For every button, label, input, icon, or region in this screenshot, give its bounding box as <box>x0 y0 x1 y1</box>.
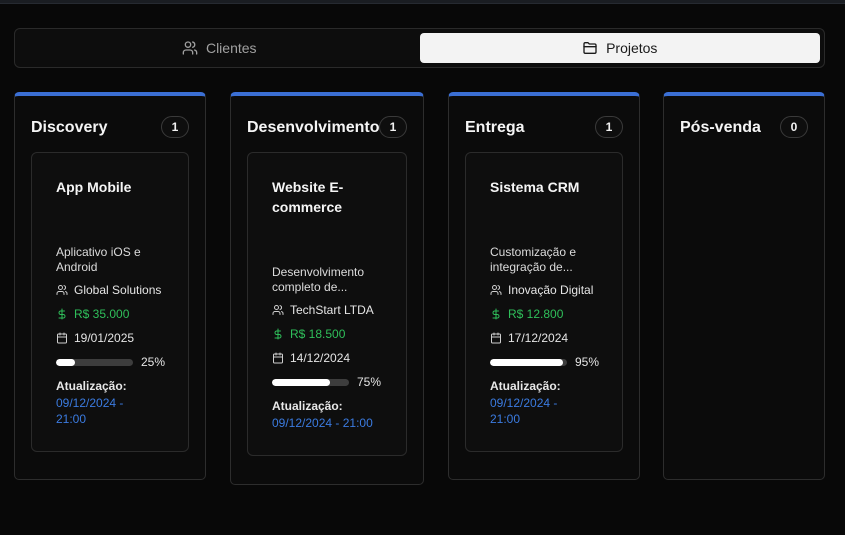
project-card[interactable]: App Mobile Aplicativo iOS e Android Glob… <box>31 152 189 452</box>
card-title: App Mobile <box>56 179 132 195</box>
column-pos-venda: Pós-venda 0 <box>663 92 825 480</box>
progress-fill <box>272 378 330 386</box>
view-tabs: Clientes Projetos <box>14 28 825 68</box>
card-client-name: Global Solutions <box>74 283 162 297</box>
update-label: Atualização: <box>490 379 561 393</box>
column-discovery: Discovery 1 App Mobile Aplicativo iOS e … <box>14 92 206 480</box>
card-progress: 95% <box>490 355 599 369</box>
users-icon <box>56 285 68 295</box>
update-value: 09/12/2024 - 21:00 <box>272 416 373 430</box>
column-title: Discovery <box>31 119 108 136</box>
card-client-name: TechStart LTDA <box>290 303 374 317</box>
card-progress: 75% <box>272 375 381 389</box>
card-progress: 25% <box>56 355 165 369</box>
column-count-badge: 1 <box>161 116 189 138</box>
progress-fill <box>490 358 564 366</box>
card-description: Desenvolvimento completo de... <box>272 265 365 294</box>
card-client: TechStart LTDA <box>272 303 374 317</box>
progress-bar <box>272 378 349 386</box>
card-description: Aplicativo iOS e Android <box>56 245 141 274</box>
update-value: 09/12/2024 - 21:00 <box>56 396 124 426</box>
column-count-badge: 1 <box>595 116 623 138</box>
card-date: 19/01/2025 <box>56 331 134 345</box>
card-value: R$ 35.000 <box>56 307 129 321</box>
card-value: R$ 12.800 <box>490 307 563 321</box>
update-value: 09/12/2024 - 21:00 <box>490 396 558 426</box>
tab-projetos-label: Projetos <box>606 40 658 56</box>
card-client-name: Inovação Digital <box>508 283 594 297</box>
card-title: Website E-commerce <box>272 179 344 215</box>
card-value-amount: R$ 35.000 <box>74 307 130 321</box>
project-card[interactable]: Sistema CRM Customização e integração de… <box>465 152 623 452</box>
card-date-text: 14/12/2024 <box>290 351 351 365</box>
card-value-amount: R$ 18.500 <box>290 327 346 341</box>
users-icon <box>182 41 198 55</box>
card-value: R$ 18.500 <box>272 327 345 341</box>
users-icon <box>490 285 502 295</box>
card-client: Global Solutions <box>56 283 161 297</box>
column-title: Entrega <box>465 119 525 136</box>
folder-icon <box>583 42 597 54</box>
card-client: Inovação Digital <box>490 283 593 297</box>
card-date: 14/12/2024 <box>272 351 350 365</box>
progress-label: 95% <box>575 355 600 369</box>
calendar-icon <box>491 332 501 344</box>
update-label: Atualização: <box>56 379 127 393</box>
progress-bar <box>490 358 567 366</box>
card-date-text: 19/01/2025 <box>74 331 135 345</box>
progress-label: 75% <box>357 375 382 389</box>
update-label: Atualização: <box>272 399 343 413</box>
project-card[interactable]: Website E-commerce Desenvolvimento compl… <box>247 152 407 456</box>
card-description: Customização e integração de... <box>490 245 577 274</box>
column-desenvolvimento: Desenvolvimento 1 Website E-commerce Des… <box>230 92 424 485</box>
dollar-icon <box>58 308 66 320</box>
column-entrega: Entrega 1 Sistema CRM Customização e int… <box>448 92 640 480</box>
column-count-badge: 1 <box>379 116 407 138</box>
tab-clientes[interactable]: Clientes <box>19 33 420 63</box>
tab-projetos[interactable]: Projetos <box>419 33 820 63</box>
card-value-amount: R$ 12.800 <box>508 307 564 321</box>
calendar-icon <box>57 332 67 344</box>
column-title: Desenvolvimento <box>247 119 380 136</box>
progress-label: 25% <box>141 355 166 369</box>
calendar-icon <box>273 352 283 364</box>
users-icon <box>272 305 284 315</box>
column-title: Pós-venda <box>680 119 761 136</box>
progress-bar <box>56 358 133 366</box>
column-count-badge: 0 <box>780 116 808 138</box>
card-title: Sistema CRM <box>490 179 580 195</box>
card-date-text: 17/12/2024 <box>508 331 569 345</box>
progress-fill <box>56 358 76 366</box>
tab-clientes-label: Clientes <box>205 40 257 56</box>
dollar-icon <box>492 308 500 320</box>
dollar-icon <box>274 328 282 340</box>
card-date: 17/12/2024 <box>490 331 568 345</box>
top-bar <box>0 0 845 4</box>
